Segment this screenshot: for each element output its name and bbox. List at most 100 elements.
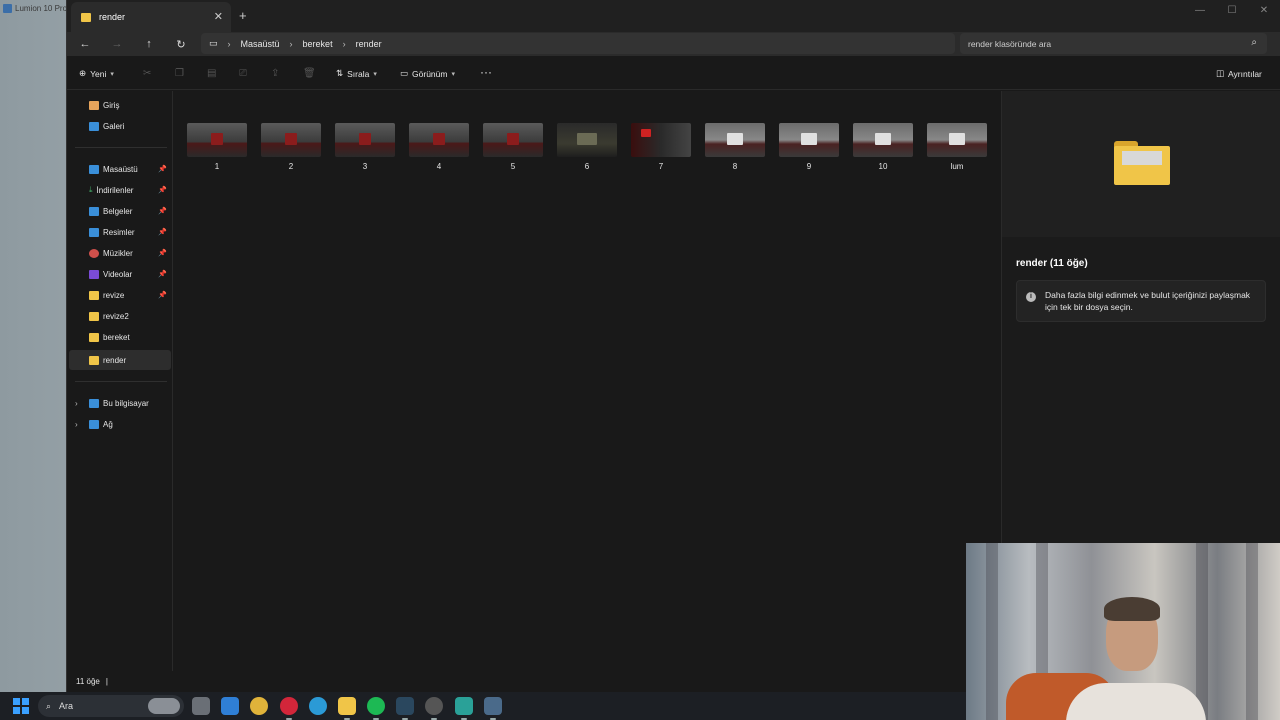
up-button[interactable]: ↑: [141, 36, 157, 52]
file-item[interactable]: 9: [778, 123, 840, 173]
network-icon: [89, 419, 99, 429]
steam-icon[interactable]: [396, 697, 414, 720]
search-icon[interactable]: ⌕: [1251, 37, 1257, 48]
file-item[interactable]: 1: [186, 123, 248, 173]
sidebar-item-home[interactable]: Giriş: [69, 95, 171, 115]
image-thumbnail: [557, 123, 617, 157]
pin-icon[interactable]: 📌: [158, 228, 167, 236]
image-thumbnail: [409, 123, 469, 157]
spotify-icon[interactable]: [367, 697, 385, 720]
sidebar-item-documents[interactable]: Belgeler 📌: [69, 201, 171, 221]
address-bar[interactable]: ▭ › Masaüstü › bereket › render: [201, 33, 955, 54]
sidebar-item-revize[interactable]: revize 📌: [69, 285, 171, 305]
image-thumbnail: [261, 123, 321, 157]
chrome-icon[interactable]: [250, 697, 268, 715]
cut-icon[interactable]: ✂: [143, 68, 151, 79]
sidebar-item-desktop[interactable]: Masaüstü 📌: [69, 159, 171, 179]
file-name: lum: [950, 162, 964, 171]
close-window-button[interactable]: ✕: [1248, 0, 1280, 20]
download-icon: ⤓: [89, 185, 93, 194]
file-item[interactable]: 8: [704, 123, 766, 173]
file-item[interactable]: lum: [926, 123, 988, 173]
pin-icon[interactable]: 📌: [158, 186, 167, 194]
breadcrumb-render[interactable]: render: [356, 39, 382, 49]
3ds-max-icon[interactable]: [455, 697, 473, 720]
chevron-right-icon: ›: [289, 38, 293, 49]
file-item[interactable]: 5: [482, 123, 544, 173]
file-explorer-icon[interactable]: [338, 697, 356, 720]
new-button[interactable]: ⊕ Yeni ▾: [79, 68, 114, 79]
file-item[interactable]: 7: [630, 123, 692, 173]
pin-icon[interactable]: 📌: [158, 249, 167, 257]
chevron-right-icon[interactable]: ›: [75, 399, 78, 408]
sidebar-item-pictures[interactable]: Resimler 📌: [69, 222, 171, 242]
gallery-icon: [89, 121, 99, 131]
chevron-down-icon: ▾: [110, 70, 114, 78]
sidebar-item-label: İndirilenler: [96, 185, 134, 195]
close-tab-icon[interactable]: ✕: [214, 10, 223, 23]
chevron-right-icon[interactable]: ›: [75, 420, 78, 429]
videos-icon: [89, 269, 99, 279]
breadcrumb-bereket[interactable]: bereket: [303, 39, 333, 49]
search-input[interactable]: render klasöründe ara ⌕: [960, 33, 1267, 54]
breadcrumb-masaustu[interactable]: Masaüstü: [241, 39, 280, 49]
pin-icon[interactable]: 📌: [158, 165, 167, 173]
new-tab-button[interactable]: +: [239, 8, 247, 23]
sidebar-item-label: Resimler: [103, 227, 135, 237]
opera-icon[interactable]: [280, 697, 298, 720]
share-icon[interactable]: ⇪: [271, 68, 279, 79]
sidebar-item-music[interactable]: Müzikler 📌: [69, 243, 171, 263]
sidebar-item-revize2[interactable]: revize2: [69, 306, 171, 326]
refresh-button[interactable]: ↻: [173, 36, 189, 52]
back-button[interactable]: ←: [77, 36, 93, 52]
view-icon: ▭: [400, 68, 409, 78]
sidebar-item-label: revize: [103, 290, 125, 300]
person-hair: [1104, 597, 1160, 621]
windows-start-icon[interactable]: [13, 698, 29, 714]
home-icon: [89, 100, 99, 110]
minimize-button[interactable]: —: [1184, 0, 1216, 20]
sidebar-item-bereket[interactable]: bereket: [69, 327, 171, 347]
monitor-icon: ▭: [209, 38, 218, 48]
outlook-icon[interactable]: [221, 697, 239, 715]
edge-icon[interactable]: [309, 697, 327, 715]
file-name: 3: [362, 162, 368, 171]
file-item[interactable]: 4: [408, 123, 470, 173]
more-options-icon[interactable]: ···: [480, 65, 492, 79]
pin-icon[interactable]: 📌: [158, 291, 167, 299]
window-controls: — ☐ ✕: [1184, 0, 1280, 20]
folder-icon: [89, 332, 99, 342]
file-item[interactable]: 10: [852, 123, 914, 173]
delete-icon[interactable]: 🗑: [303, 68, 316, 79]
search-icon: ⌕: [46, 700, 52, 711]
sidebar-item-network[interactable]: › Ağ: [69, 414, 171, 434]
paste-icon[interactable]: ▤: [207, 68, 216, 79]
maximize-button[interactable]: ☐: [1216, 0, 1248, 20]
pin-icon[interactable]: 📌: [158, 270, 167, 278]
taskbar-search[interactable]: ⌕ Ara: [38, 695, 184, 717]
sidebar-item-gallery[interactable]: Galeri: [69, 116, 171, 136]
sidebar-item-render[interactable]: render: [69, 350, 171, 370]
sidebar-item-label: revize2: [103, 311, 129, 321]
file-item[interactable]: 2: [260, 123, 322, 173]
task-view-icon[interactable]: [192, 697, 210, 715]
sort-button[interactable]: ⇅ Sırala ▾: [336, 68, 377, 79]
image-thumbnail: [705, 123, 765, 157]
preview-area: [1002, 91, 1280, 237]
pin-icon[interactable]: 📌: [158, 207, 167, 215]
view-button[interactable]: ▭ Görünüm ▾: [400, 68, 455, 79]
lumion-icon[interactable]: [484, 697, 502, 720]
sidebar-item-this-pc[interactable]: › Bu bilgisayar: [69, 393, 171, 413]
documents-icon: [89, 206, 99, 216]
tab-render[interactable]: render ✕: [71, 2, 231, 32]
details-toggle-button[interactable]: ◫ Ayrıntılar: [1216, 68, 1262, 79]
file-item[interactable]: 3: [334, 123, 396, 173]
sidebar-item-downloads[interactable]: ⤓ İndirilenler 📌: [69, 180, 171, 200]
app-icon[interactable]: [425, 697, 443, 720]
file-item[interactable]: 6: [556, 123, 618, 173]
rename-icon[interactable]: ⎚: [239, 68, 247, 79]
copy-icon[interactable]: ❐: [175, 68, 184, 79]
forward-button[interactable]: →: [109, 36, 125, 52]
sidebar-item-videos[interactable]: Videolar 📌: [69, 264, 171, 284]
folder-icon: [81, 12, 91, 22]
